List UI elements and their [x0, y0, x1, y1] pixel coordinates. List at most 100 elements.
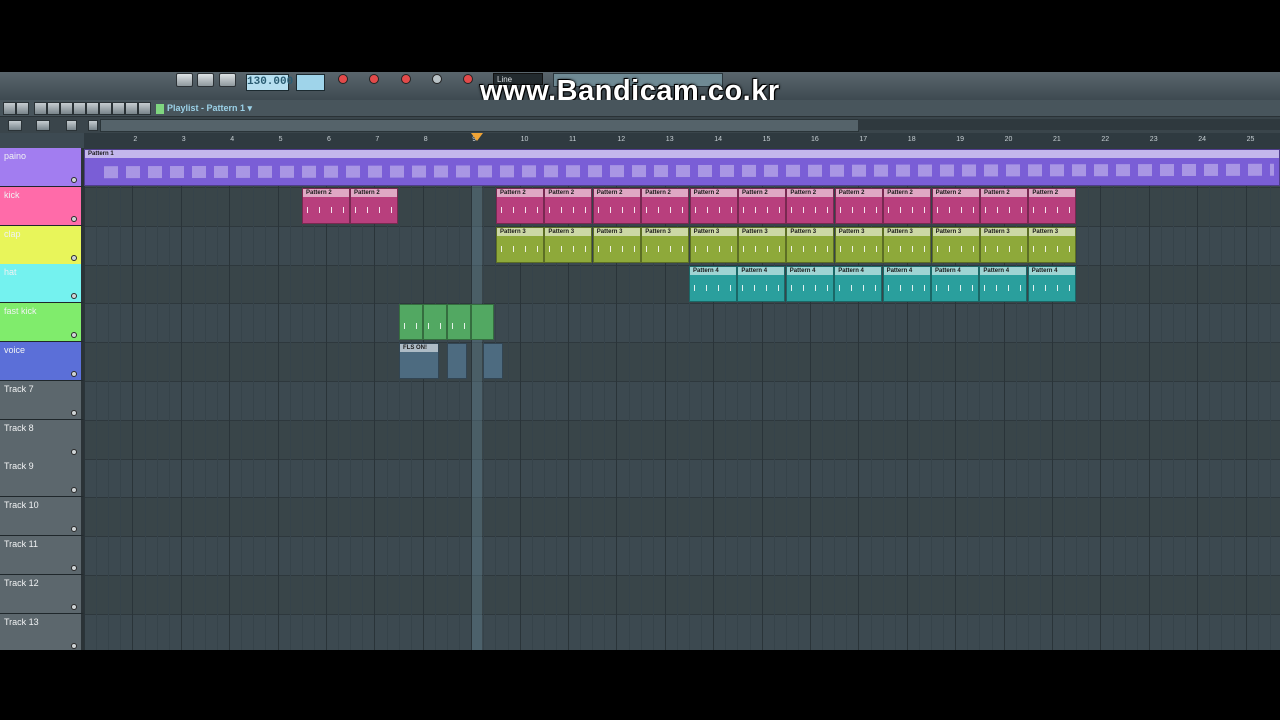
slice-icon[interactable] [86, 102, 99, 115]
pattern-clip[interactable]: Pattern 2 [834, 188, 883, 224]
pattern-clip[interactable]: Pattern 3 [931, 227, 980, 263]
snap-icon[interactable] [36, 120, 50, 131]
track-enable-icon[interactable] [71, 642, 77, 649]
pattern-clip[interactable]: Pattern 4 [882, 266, 931, 302]
pattern-clip[interactable]: Pattern 2 [544, 188, 593, 224]
mute-icon[interactable] [73, 102, 86, 115]
track-enable-icon[interactable] [71, 526, 77, 533]
metronome-led[interactable] [369, 74, 379, 84]
pattern-clip[interactable] [447, 304, 471, 340]
loop-led[interactable] [463, 74, 473, 84]
pattern-clip[interactable]: Pattern 3 [834, 227, 883, 263]
track-enable-icon[interactable] [71, 215, 77, 222]
tempo-display[interactable]: 130.000 [246, 74, 293, 91]
track-header[interactable]: Track 13 [0, 613, 84, 650]
playlist-title[interactable]: Playlist - Pattern 1 ▾ [156, 101, 252, 115]
magnet-icon[interactable] [16, 102, 29, 115]
record-led[interactable] [338, 74, 348, 84]
track-header[interactable]: Track 12 [0, 574, 84, 614]
pause-button[interactable] [176, 73, 193, 87]
pattern-clip[interactable]: Pattern 2 [980, 188, 1028, 224]
pattern-clip[interactable]: Pattern 3 [738, 227, 786, 263]
track-enable-icon[interactable] [71, 293, 77, 300]
track-name: Track 7 [4, 383, 34, 394]
track-header[interactable]: kick [0, 186, 84, 226]
pattern-clip[interactable]: Pattern 4 [834, 266, 883, 302]
track-enable-icon[interactable] [71, 603, 77, 610]
pattern-clip[interactable]: FLS ON! [399, 343, 439, 379]
pattern-clip[interactable]: Pattern 2 [592, 188, 641, 224]
pattern-clip[interactable]: Pattern 3 [592, 227, 641, 263]
pattern-clip[interactable]: Pattern 2 [641, 188, 690, 224]
pattern-clip[interactable]: Pattern 3 [496, 227, 544, 263]
pattern-clip[interactable] [471, 304, 494, 340]
track-header[interactable]: Track 11 [0, 536, 84, 575]
pattern-clip[interactable]: Pattern 3 [641, 227, 690, 263]
track-enable-icon[interactable] [71, 332, 77, 339]
pattern-clip[interactable]: Pattern 2 [496, 188, 544, 224]
menu-icon[interactable] [3, 102, 16, 115]
pattern-clip[interactable]: Pattern 4 [979, 266, 1028, 302]
track-enable-icon[interactable] [71, 487, 77, 494]
pattern-clip[interactable]: Pattern 4 [785, 266, 834, 302]
track-header[interactable]: voice [0, 342, 84, 381]
pattern-clip[interactable]: Pattern 4 [737, 266, 786, 302]
pattern-clip[interactable]: Pattern 2 [689, 188, 738, 224]
track-enable-icon[interactable] [71, 565, 77, 571]
playhead-marker[interactable] [471, 133, 483, 141]
tools-icon[interactable] [66, 120, 77, 131]
select-icon[interactable] [99, 102, 112, 115]
track-enable-icon[interactable] [71, 448, 77, 455]
scroll-left-icon[interactable] [88, 120, 98, 131]
pattern-clip[interactable]: Pattern 4 [1027, 266, 1076, 302]
pattern-clip[interactable]: Pattern 2 [786, 188, 835, 224]
track-header[interactable]: Track 9 [0, 458, 84, 498]
playback-icon[interactable] [125, 102, 138, 115]
track-enable-icon[interactable] [71, 177, 77, 183]
pattern-clip[interactable]: Pattern 3 [544, 227, 593, 263]
pencil-icon[interactable] [34, 102, 47, 115]
view-toggle-icon[interactable] [8, 120, 22, 131]
pattern-clip[interactable] [423, 304, 447, 340]
pattern-clip[interactable]: Pattern 2 [738, 188, 786, 224]
pattern-clip[interactable]: Pattern 3 [980, 227, 1028, 263]
record-button[interactable] [219, 73, 236, 87]
grid-line [1209, 149, 1210, 650]
track-header[interactable]: Track 8 [0, 419, 84, 459]
pattern-clip[interactable]: Pattern 2 [883, 188, 932, 224]
pattern-clip[interactable]: Pattern 4 [931, 266, 979, 302]
pattern-clip[interactable]: Pattern 2 [302, 188, 350, 224]
pattern-clip[interactable]: Pattern 2 [350, 188, 398, 224]
pattern-clip[interactable]: Pattern 3 [883, 227, 932, 263]
pattern-clip[interactable]: Pattern 3 [786, 227, 835, 263]
pattern-clip[interactable]: Pattern 2 [931, 188, 980, 224]
track-header[interactable]: clap [0, 225, 84, 265]
track-enable-icon[interactable] [71, 254, 77, 261]
track-header[interactable]: paino [0, 148, 84, 187]
playlist-grid[interactable]: Pattern 1 Pattern 2 Pattern 2 Pattern 2 Patt… [84, 149, 1280, 650]
clip-notes [936, 285, 974, 291]
delete-icon[interactable] [60, 102, 73, 115]
track-enable-icon[interactable] [71, 371, 77, 377]
zoom-icon[interactable] [112, 102, 125, 115]
pattern-clip[interactable]: Pattern 4 [689, 266, 737, 302]
pattern-clip[interactable]: Pattern 3 [1028, 227, 1077, 263]
track-enable-icon[interactable] [71, 409, 77, 416]
track-header[interactable]: Track 10 [0, 497, 84, 537]
clip-notes [307, 207, 345, 213]
pattern-clip[interactable] [447, 343, 467, 379]
track-header[interactable]: Track 7 [0, 380, 84, 420]
track-header[interactable]: hat [0, 264, 84, 304]
pattern-clip[interactable]: Pattern 2 [1028, 188, 1077, 224]
stop-button[interactable] [197, 73, 214, 87]
timeline-ruler[interactable]: 2 3 4 5 6 7 8 9 10 11 12 13 14 15 16 17 18 19 20 21 22 23 24 25 [84, 133, 1280, 150]
step-led[interactable] [401, 74, 411, 84]
blend-led[interactable] [432, 74, 442, 84]
pattern-clip[interactable] [399, 304, 423, 340]
speaker-icon[interactable] [138, 102, 151, 115]
horizontal-scrollbar[interactable] [100, 119, 859, 132]
pattern-clip[interactable]: Pattern 3 [689, 227, 738, 263]
pattern-clip[interactable] [483, 343, 503, 379]
brush-icon[interactable] [47, 102, 60, 115]
track-header[interactable]: fast kick [0, 303, 84, 343]
